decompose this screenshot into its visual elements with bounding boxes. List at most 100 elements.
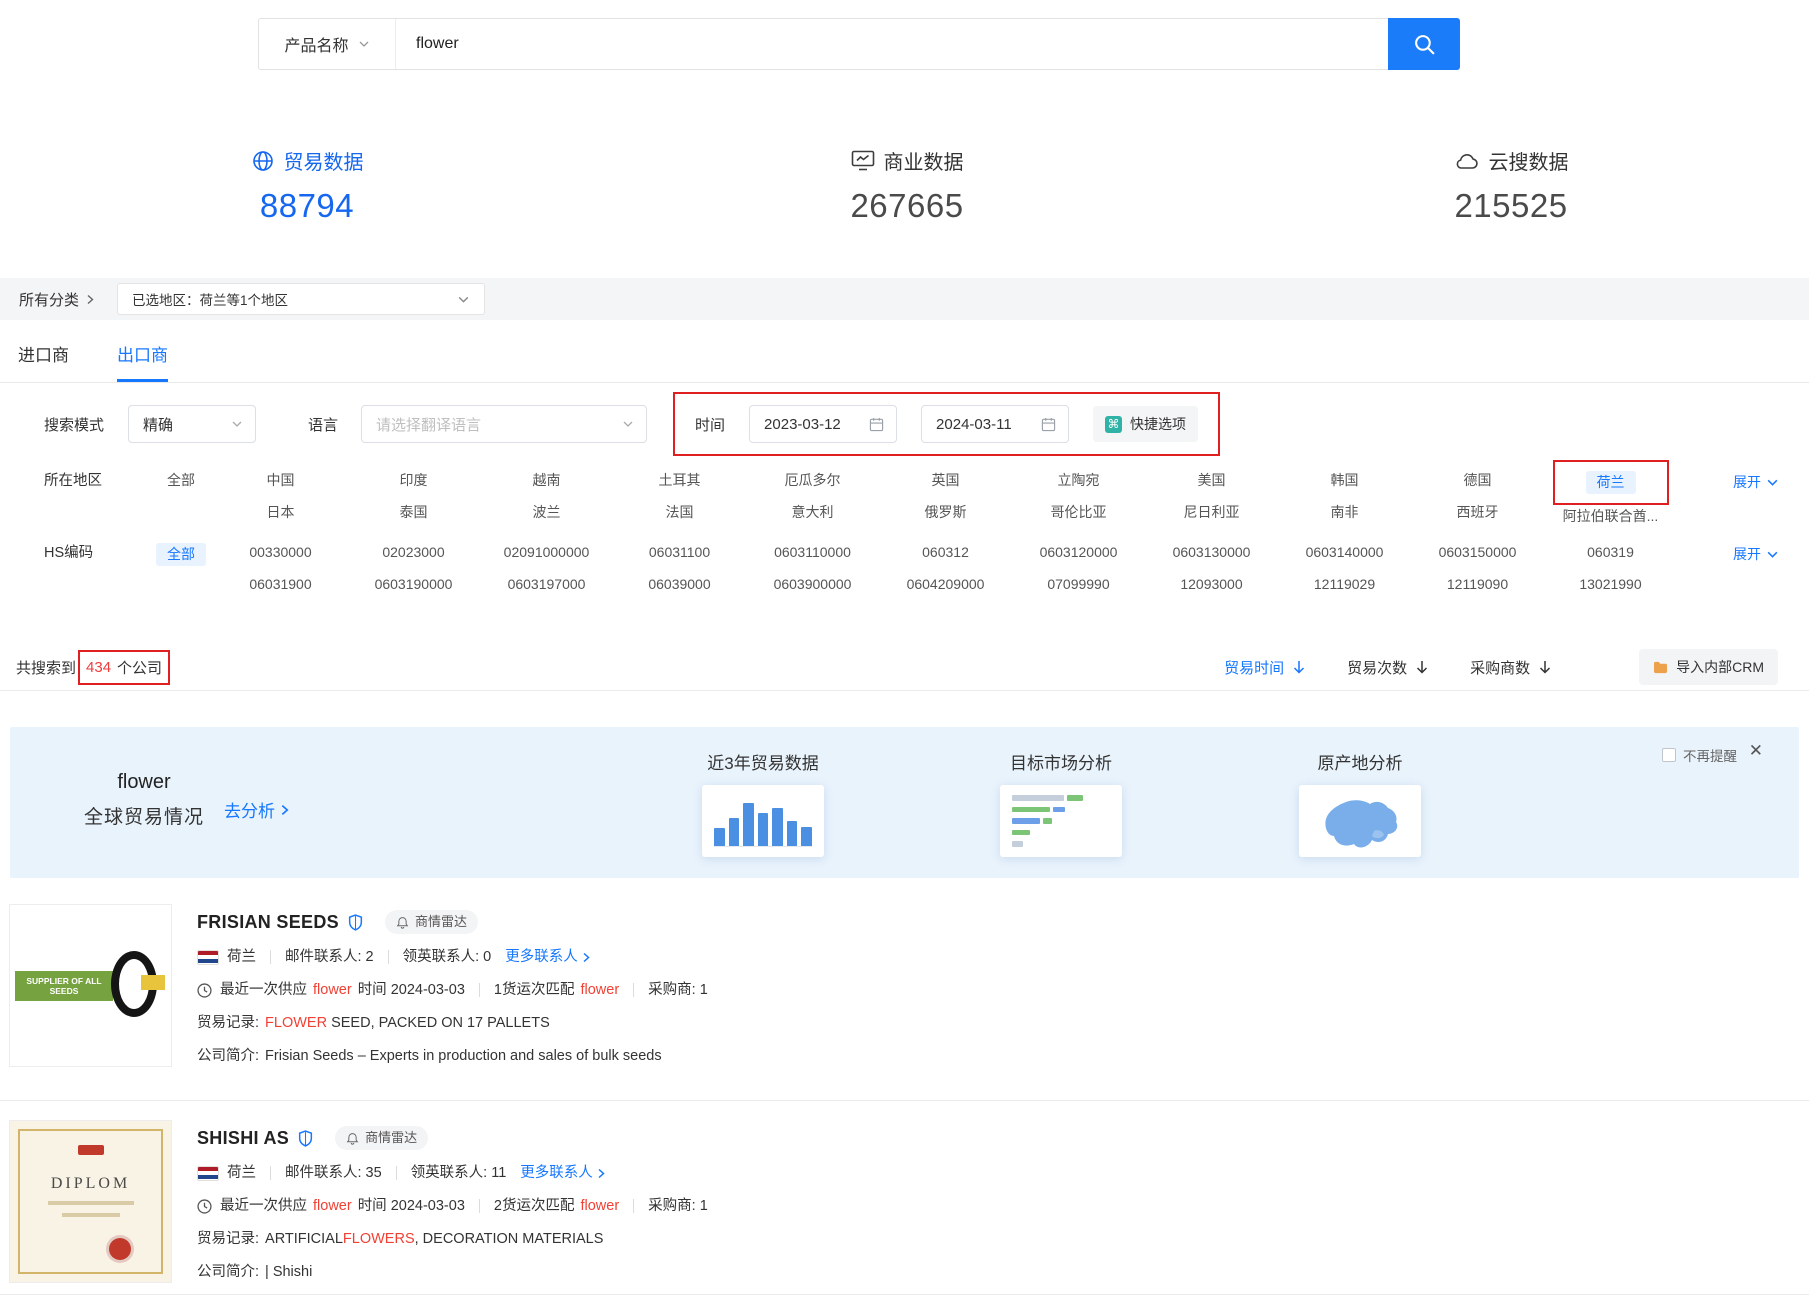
region-option[interactable]: 美国	[1198, 471, 1226, 490]
company-logo[interactable]: DIPLOM	[9, 1120, 172, 1283]
hs-option[interactable]: 02091000000	[504, 543, 590, 562]
hs-expand-link[interactable]: 展开	[1733, 544, 1779, 564]
business-radar-button[interactable]: 商情雷达	[335, 1126, 428, 1150]
hs-option[interactable]: 0604209000	[907, 575, 985, 594]
breadcrumb-all-categories[interactable]: 所有分类	[19, 289, 95, 310]
product-search-bar: 产品名称	[258, 18, 1460, 70]
hs-option[interactable]: 060319	[1587, 543, 1634, 562]
company-logo[interactable]: SUPPLIER OF ALL SEEDS	[9, 904, 172, 1067]
tab-cloud-search-data[interactable]: 云搜数据 215525	[1436, 146, 1586, 225]
search-mode-select[interactable]: 精确	[128, 405, 256, 443]
hs-option[interactable]: 0603900000	[774, 575, 852, 594]
hs-option[interactable]: 12093000	[1180, 575, 1242, 594]
hs-option[interactable]: 12119029	[1314, 575, 1375, 594]
close-icon[interactable]: ✕	[1749, 741, 1763, 761]
sort-buyer-count[interactable]: 采购商数	[1470, 657, 1551, 678]
region-option[interactable]: 南非	[1331, 503, 1359, 522]
hs-option[interactable]: 07099990	[1047, 575, 1109, 594]
hs-option[interactable]: 060312	[922, 543, 969, 562]
shield-icon[interactable]	[348, 914, 363, 931]
date-to-input[interactable]: 2024-03-11	[921, 405, 1069, 443]
command-icon: ⌘	[1105, 416, 1122, 433]
language-label: 语言	[308, 414, 338, 435]
hs-option[interactable]: 06031100	[649, 543, 710, 562]
hs-option[interactable]: 02023000	[382, 543, 444, 562]
region-option[interactable]: 日本	[267, 503, 295, 522]
hs-option[interactable]: 13021990	[1579, 575, 1641, 594]
business-radar-button[interactable]: 商情雷达	[385, 910, 478, 934]
hs-option[interactable]: 00330000	[249, 543, 311, 562]
hs-option[interactable]: 0603197000	[508, 575, 586, 594]
tab-business-data[interactable]: 商业数据 267665	[832, 146, 982, 225]
annotation-box-count: 434 个公司	[86, 657, 162, 678]
keyword-highlight: flower	[580, 980, 619, 1000]
region-option[interactable]: 哥伦比亚	[1051, 503, 1107, 522]
region-option[interactable]: 阿拉伯联合酋...	[1563, 507, 1659, 526]
more-contacts-link[interactable]: 更多联系人	[520, 1163, 606, 1183]
region-option[interactable]: 尼日利亚	[1184, 503, 1240, 522]
company-profile-label: 公司简介:	[197, 1046, 259, 1066]
monitor-chart-icon	[851, 149, 875, 172]
tab-exporter[interactable]: 出口商	[117, 320, 168, 382]
company-name[interactable]: SHISHI AS	[197, 1128, 289, 1148]
sort-trade-count[interactable]: 贸易次数	[1347, 657, 1428, 678]
hs-option[interactable]: 06031900	[249, 575, 311, 594]
region-option[interactable]: 西班牙	[1457, 503, 1499, 522]
region-option[interactable]: 意大利	[792, 503, 834, 522]
region-option-netherlands-selected[interactable]: 荷兰	[1586, 471, 1636, 494]
region-option[interactable]: 土耳其	[659, 471, 701, 490]
sort-trade-time[interactable]: 贸易时间	[1224, 657, 1305, 678]
banner-card-target-market[interactable]: 目标市场分析	[986, 749, 1136, 857]
globe-icon	[251, 149, 275, 173]
company-name[interactable]: FRISIAN SEEDS	[197, 912, 339, 932]
region-option[interactable]: 厄瓜多尔	[785, 471, 841, 490]
search-button[interactable]	[1388, 18, 1460, 70]
quick-options-button[interactable]: ⌘ 快捷选项	[1093, 406, 1198, 442]
hs-option-all-selected[interactable]: 全部	[156, 543, 206, 566]
shield-icon[interactable]	[298, 1130, 313, 1147]
banner-card-trade-trend[interactable]: 近3年贸易数据	[688, 749, 838, 857]
hs-option[interactable]: 0603110000	[774, 543, 851, 562]
chevron-down-icon	[457, 293, 470, 306]
hs-option[interactable]: 0603140000	[1306, 543, 1384, 562]
banner-card-origin-analysis[interactable]: 原产地分析	[1285, 749, 1435, 857]
search-input[interactable]	[396, 19, 1388, 69]
chevron-down-icon	[1766, 476, 1779, 489]
arrow-down-icon	[1539, 660, 1551, 674]
chevron-down-icon	[1766, 548, 1779, 561]
cloud-search-label: 云搜数据	[1489, 146, 1569, 175]
region-option[interactable]: 波兰	[533, 503, 561, 522]
region-option[interactable]: 中国	[267, 471, 295, 490]
go-analyze-link[interactable]: 去分析	[224, 797, 290, 822]
calendar-icon	[1041, 417, 1056, 432]
date-from-input[interactable]: 2023-03-12	[749, 405, 897, 443]
language-select[interactable]: 请选择翻译语言	[361, 405, 647, 443]
dont-remind-checkbox[interactable]	[1662, 748, 1676, 762]
region-option[interactable]: 德国	[1464, 471, 1492, 490]
tab-trade-data[interactable]: 贸易数据 88794	[232, 146, 382, 225]
tab-importer[interactable]: 进口商	[18, 320, 69, 382]
region-option[interactable]: 法国	[666, 503, 694, 522]
region-option[interactable]: 泰国	[400, 503, 428, 522]
search-category-select[interactable]: 产品名称	[259, 19, 396, 69]
hs-option[interactable]: 0603190000	[375, 575, 453, 594]
region-option[interactable]: 英国	[932, 471, 960, 490]
hs-option[interactable]: 06039000	[648, 575, 710, 594]
company-profile-label: 公司简介:	[197, 1262, 259, 1282]
region-option-all[interactable]: 全部	[167, 471, 195, 490]
banner-subtitle: 全球贸易情况	[70, 802, 218, 829]
region-option[interactable]: 立陶宛	[1058, 471, 1100, 490]
region-option[interactable]: 印度	[400, 471, 428, 490]
selected-region-dropdown[interactable]: 已选地区：荷兰等1个地区	[117, 283, 485, 315]
region-option[interactable]: 俄罗斯	[925, 503, 967, 522]
region-expand-link[interactable]: 展开	[1733, 472, 1779, 492]
hs-option[interactable]: 12119090	[1447, 575, 1508, 594]
region-option[interactable]: 韩国	[1331, 471, 1359, 490]
supply-time: 时间 2024-03-03	[358, 1196, 465, 1216]
import-crm-button[interactable]: 导入内部CRM	[1639, 649, 1778, 685]
hs-option[interactable]: 0603150000	[1439, 543, 1517, 562]
region-option[interactable]: 越南	[533, 471, 561, 490]
hs-option[interactable]: 0603130000	[1173, 543, 1251, 562]
more-contacts-link[interactable]: 更多联系人	[505, 947, 591, 967]
hs-option[interactable]: 0603120000	[1040, 543, 1118, 562]
